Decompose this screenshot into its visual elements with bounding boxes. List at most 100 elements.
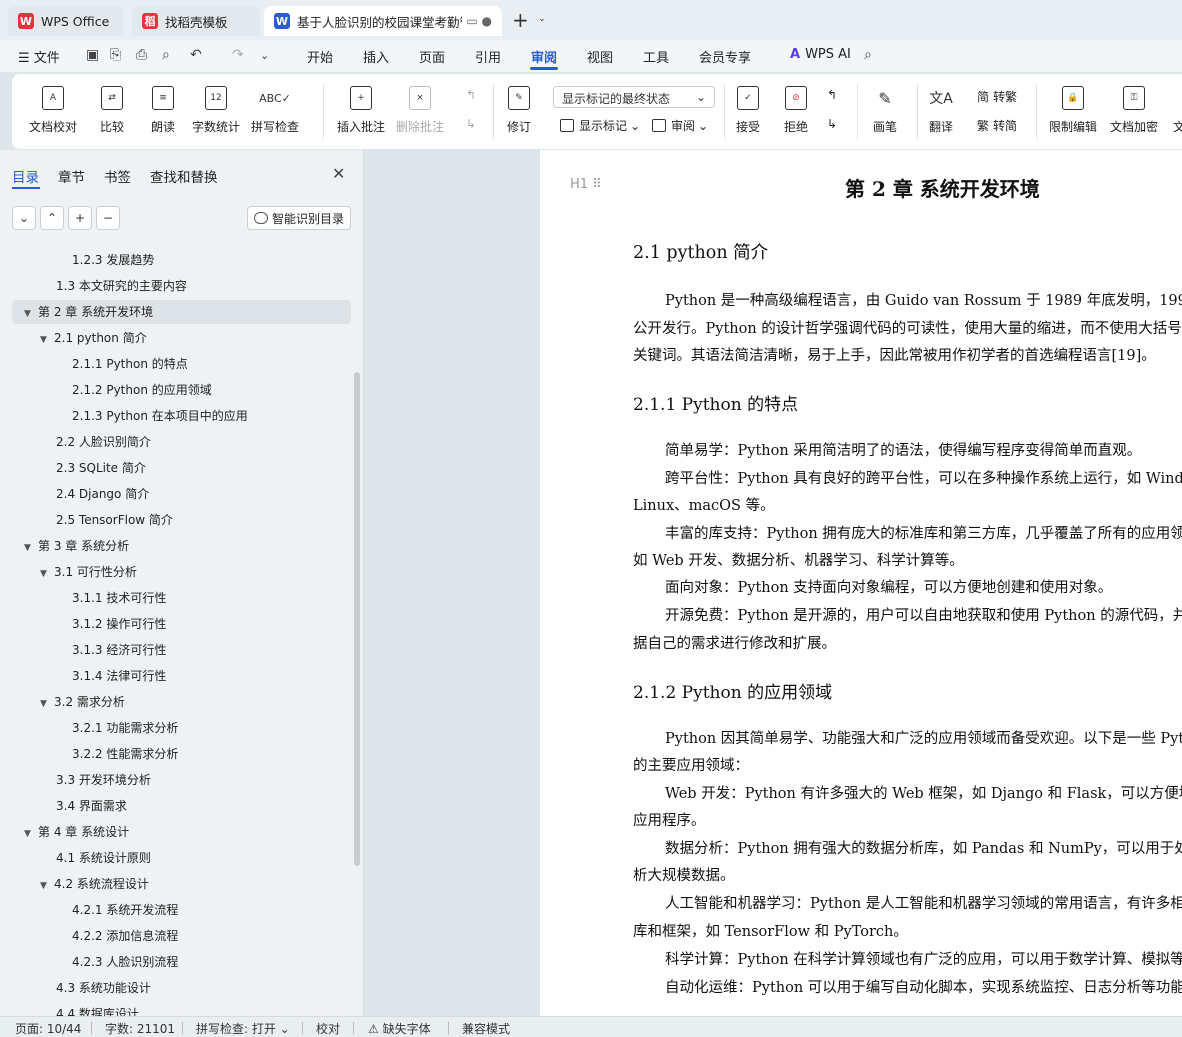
- revise-button[interactable]: ✎ 修订: [507, 86, 531, 135]
- caret-down-icon[interactable]: ▼: [24, 302, 38, 326]
- reject-button[interactable]: ⊘ 拒绝: [784, 86, 808, 135]
- smart-toc-button[interactable]: 智能识别目录: [247, 206, 351, 230]
- caret-down-icon[interactable]: ▼: [40, 328, 54, 352]
- proof-status[interactable]: 校对: [316, 1020, 340, 1037]
- toc-item[interactable]: ▼ 3.1 可行性分析: [40, 560, 137, 584]
- toc-item[interactable]: 3.1.3 经济可行性: [56, 638, 166, 662]
- tab-dropdown-icon[interactable]: ⌄: [538, 14, 546, 24]
- toc-item[interactable]: 3.1.1 技术可行性: [56, 586, 166, 610]
- missing-font-status[interactable]: ⚠ 缺失字体: [368, 1020, 431, 1037]
- menu-page[interactable]: 页面: [419, 47, 445, 66]
- toc-item[interactable]: ▼ 第 2 章 系统开发环境: [12, 300, 351, 324]
- tab-close-dot-icon[interactable]: ▭ ●: [466, 14, 492, 28]
- markup-state-select[interactable]: 显示标记的最终状态 ⌄: [553, 86, 715, 108]
- toc-item[interactable]: 1.2.3 发展趋势: [56, 248, 154, 272]
- prev-comment-icon[interactable]: ↰: [466, 88, 476, 102]
- tab-wps-office[interactable]: W WPS Office: [8, 6, 123, 36]
- compare-button[interactable]: ⇄ 比较: [100, 86, 124, 135]
- menu-reference[interactable]: 引用: [475, 47, 501, 66]
- toc-item[interactable]: 3.2.1 功能需求分析: [56, 716, 178, 740]
- toc-item[interactable]: 3.1.4 法律可行性: [56, 664, 166, 688]
- toc-item[interactable]: 2.1.3 Python 在本项目中的应用: [56, 404, 248, 428]
- toc-item[interactable]: 3.3 开发环境分析: [40, 768, 151, 792]
- redo-icon[interactable]: ↷: [232, 47, 244, 63]
- file-menu[interactable]: ☰ 文件: [18, 47, 60, 66]
- menu-review[interactable]: 审阅: [531, 47, 557, 66]
- translate-button[interactable]: 文A 翻译: [929, 86, 953, 135]
- toc-item[interactable]: ▼ 第 4 章 系统设计: [24, 820, 129, 844]
- accept-button[interactable]: ✓ 接受: [736, 86, 760, 135]
- review-pane-button[interactable]: 审阅 ⌄: [652, 117, 708, 134]
- toc-item[interactable]: ▼ 第 3 章 系统分析: [24, 534, 129, 558]
- collapse-down-icon[interactable]: ⌄: [12, 206, 36, 230]
- wps-ai-button[interactable]: A WPS AI: [790, 47, 851, 62]
- print-preview-icon[interactable]: ⌕: [162, 47, 170, 63]
- toc-item[interactable]: 4.1 系统设计原则: [40, 846, 151, 870]
- toc-item[interactable]: 2.5 TensorFlow 简介: [40, 508, 173, 532]
- toc-item[interactable]: 3.2.2 性能需求分析: [56, 742, 178, 766]
- toc-item[interactable]: ▼ 4.2 系统流程设计: [40, 872, 149, 896]
- undo-icon[interactable]: ↶: [190, 47, 202, 63]
- show-markup-button[interactable]: 显示标记 ⌄: [560, 117, 640, 134]
- delete-comment-button[interactable]: × 删除批注: [396, 86, 444, 135]
- tab-find-replace[interactable]: 查找和替换: [150, 166, 218, 186]
- export-icon[interactable]: ⎘: [110, 47, 121, 63]
- tab-chapters[interactable]: 章节: [58, 166, 85, 186]
- menu-view[interactable]: 视图: [587, 47, 613, 66]
- spell-check-status[interactable]: 拼写检查: 打开 ⌄: [196, 1020, 290, 1037]
- quick-access-more-icon[interactable]: ⌄: [260, 49, 269, 62]
- toc-item[interactable]: 2.3 SQLite 简介: [40, 456, 146, 480]
- page-indicator[interactable]: 页面: 10/44: [15, 1020, 81, 1037]
- expand-up-icon[interactable]: ⌃: [40, 206, 64, 230]
- to-simplified-button[interactable]: 繁转简: [977, 117, 1017, 134]
- next-change-icon[interactable]: ↳: [827, 117, 837, 131]
- caret-down-icon[interactable]: ▼: [40, 874, 54, 898]
- more-ribbon-button[interactable]: 文: [1168, 86, 1182, 135]
- toc-item[interactable]: 2.1.1 Python 的特点: [56, 352, 188, 376]
- prev-change-icon[interactable]: ↰: [827, 88, 837, 102]
- toc-item[interactable]: 2.1.2 Python 的应用领域: [56, 378, 212, 402]
- document-page[interactable]: H1 ⠿ 第 2 章 系统开发环境 2.1 python 简介 Python 是…: [540, 150, 1182, 1016]
- search-icon[interactable]: ⌕: [864, 47, 872, 63]
- toc-scrollbar[interactable]: [354, 372, 360, 866]
- toc-item[interactable]: ▼ 3.2 需求分析: [40, 690, 125, 714]
- tab-template[interactable]: 稻 找稻壳模板: [132, 6, 260, 36]
- toc-item[interactable]: 3.1.2 操作可行性: [56, 612, 166, 636]
- toc-item[interactable]: 4.2.1 系统开发流程: [56, 898, 178, 922]
- word-count-indicator[interactable]: 字数: 21101: [105, 1020, 175, 1037]
- tab-bookmarks[interactable]: 书签: [104, 166, 131, 186]
- menu-insert[interactable]: 插入: [363, 47, 389, 66]
- menu-start[interactable]: 开始: [307, 47, 333, 66]
- word-count-button[interactable]: 12 字数统计: [192, 86, 240, 135]
- tab-document[interactable]: W 基于人脸识别的校园课堂考勤管理系统.docx ▭ ●: [264, 6, 502, 36]
- tab-toc[interactable]: 目录: [12, 166, 39, 186]
- menu-tools[interactable]: 工具: [643, 47, 669, 66]
- caret-down-icon[interactable]: ▼: [40, 562, 54, 586]
- restrict-edit-button[interactable]: 🔒 限制编辑: [1049, 86, 1097, 135]
- to-traditional-button[interactable]: 简转繁: [977, 88, 1017, 105]
- toc-item[interactable]: ▼ 2.1 python 简介: [40, 326, 147, 350]
- remove-heading-icon[interactable]: −: [96, 206, 120, 230]
- new-tab-icon[interactable]: +: [512, 10, 529, 30]
- toc-item[interactable]: 3.4 界面需求: [40, 794, 127, 818]
- toc-item[interactable]: 4.2.2 添加信息流程: [56, 924, 178, 948]
- caret-down-icon[interactable]: ▼: [24, 822, 38, 846]
- heading-handle-icon[interactable]: H1 ⠿: [570, 177, 602, 192]
- doc-check-button[interactable]: A 文档校对: [29, 86, 77, 135]
- toc-item[interactable]: 4.4 数据库设计: [40, 1002, 139, 1016]
- toc-item[interactable]: 4.2.3 人脸识别流程: [56, 950, 178, 974]
- menu-member[interactable]: 会员专享: [699, 47, 751, 66]
- caret-down-icon[interactable]: ▼: [24, 536, 38, 560]
- save-icon[interactable]: ▣: [86, 47, 99, 63]
- insert-comment-button[interactable]: + 插入批注: [337, 86, 385, 135]
- toc-item[interactable]: 2.2 人脸识别简介: [40, 430, 151, 454]
- spell-check-button[interactable]: ABC✓ 拼写检查: [251, 86, 299, 135]
- caret-down-icon[interactable]: ▼: [40, 692, 54, 716]
- encrypt-button[interactable]: ⚿ 文档加密: [1110, 86, 1158, 135]
- pen-button[interactable]: ✎ 画笔: [873, 86, 897, 135]
- toc-item[interactable]: 1.3 本文研究的主要内容: [40, 274, 187, 298]
- add-heading-icon[interactable]: +: [68, 206, 92, 230]
- print-icon[interactable]: ⎙: [136, 47, 147, 63]
- read-aloud-button[interactable]: ≡ 朗读: [151, 86, 175, 135]
- next-comment-icon[interactable]: ↳: [466, 117, 476, 131]
